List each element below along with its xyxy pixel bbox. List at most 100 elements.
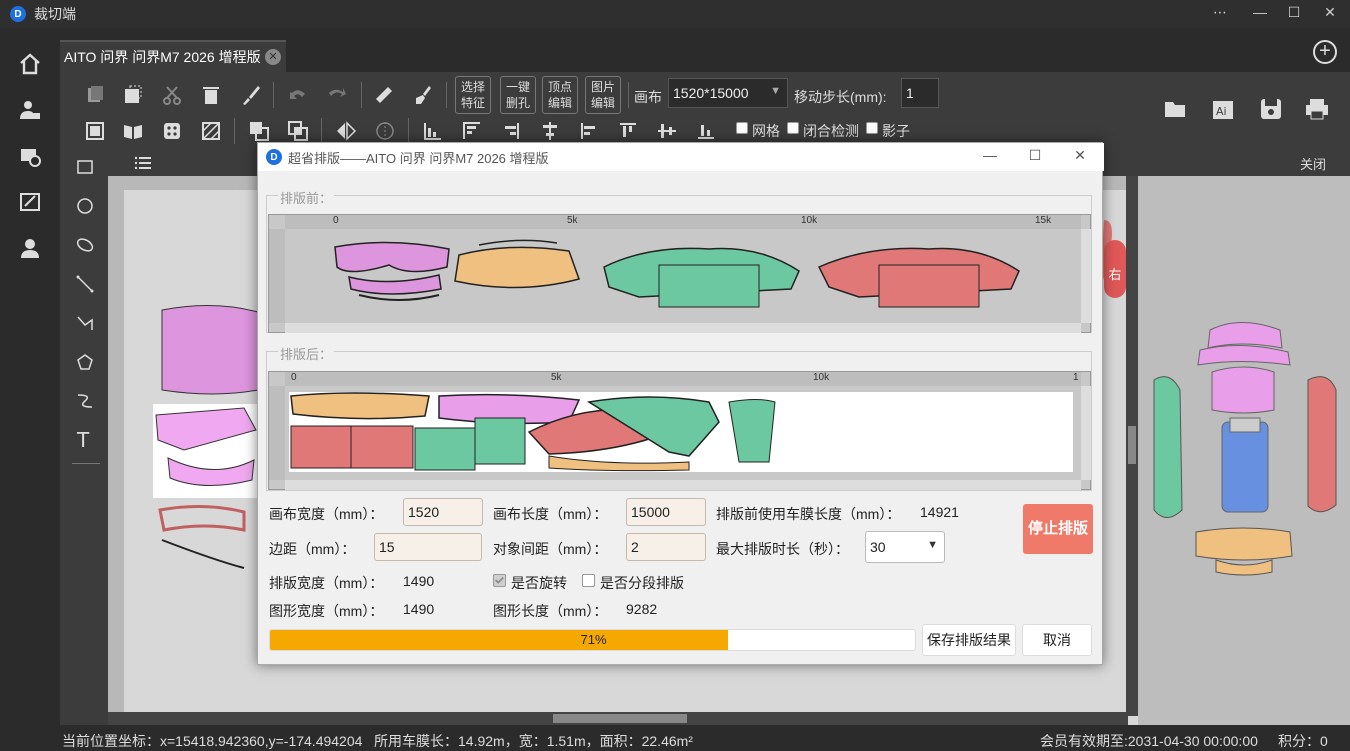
align-top-icon[interactable] (617, 120, 639, 142)
polygon-tool-icon[interactable] (76, 353, 94, 371)
preview-hscroll[interactable] (285, 323, 1081, 333)
delete-holes-button[interactable]: 一键 删孔 (500, 76, 536, 114)
after-label: 排版后： (278, 344, 335, 363)
text-tool-icon[interactable]: T (77, 428, 89, 452)
step-label: 移动步长(mm): (794, 89, 887, 105)
dialog-maximize-button[interactable]: ☐ (1025, 147, 1045, 167)
dialog-close-button[interactable]: ✕ (1070, 147, 1090, 167)
closure-check-checkbox[interactable] (787, 122, 799, 134)
shadow-checkbox[interactable] (866, 122, 878, 134)
copy-icon[interactable] (84, 84, 106, 106)
mirror-vertical-icon[interactable] (374, 120, 396, 142)
image-edit-button[interactable]: 图片 编辑 (585, 76, 621, 114)
book-icon[interactable] (122, 120, 144, 142)
stop-nesting-button[interactable]: 停止排版 (1023, 504, 1093, 554)
user-icon[interactable] (18, 236, 42, 260)
align-middle-icon[interactable] (656, 120, 678, 142)
line-tool-icon[interactable] (76, 275, 94, 293)
canvas-length-input[interactable]: 15000 (626, 498, 706, 526)
preview-vscroll[interactable] (1081, 229, 1091, 323)
home-icon[interactable] (18, 52, 42, 76)
side-badge[interactable]: 右 (1104, 240, 1126, 298)
margin-input[interactable]: 15 (374, 533, 482, 561)
open-folder-icon[interactable] (1163, 96, 1189, 122)
polyline-tool-icon[interactable] (76, 314, 94, 332)
rectangle-tool-icon[interactable] (76, 158, 94, 176)
scroll-thumb[interactable] (1128, 426, 1136, 464)
after-preview: 0 5k 10k 1 (268, 371, 1091, 490)
horizontal-scrollbar[interactable] (108, 712, 1128, 725)
grid-checkbox[interactable] (736, 122, 748, 134)
max-time-select[interactable]: 30 ▼ (865, 531, 945, 563)
before-shapes (334, 239, 1020, 308)
scroll-thumb[interactable] (553, 714, 687, 723)
vertical-scrollbar[interactable] (1126, 176, 1138, 716)
spacing-input[interactable]: 2 (626, 533, 706, 561)
preview-vscroll[interactable] (1081, 386, 1091, 480)
undo-icon[interactable] (287, 84, 309, 106)
dice-icon[interactable] (161, 120, 183, 142)
ruler-tick-label: 15k (1035, 215, 1052, 226)
film-before-label: 排版前使用车膜长度（mm）： (716, 506, 901, 522)
print-icon[interactable] (1304, 96, 1330, 122)
save-icon[interactable] (1258, 96, 1284, 122)
chevron-down-icon: ▼ (770, 85, 781, 97)
after-ruler: 0 5k 10k 1 (285, 372, 1081, 386)
canvas-width-label: 画布宽度（mm）： (269, 506, 384, 522)
hatch-icon[interactable] (200, 120, 222, 142)
clean-icon[interactable] (412, 84, 434, 106)
edit-board-icon[interactable] (18, 190, 42, 214)
segment-checkbox[interactable] (582, 574, 595, 587)
button-line: 选择 (460, 80, 485, 94)
button-line: 一键 (505, 80, 530, 94)
save-result-button[interactable]: 保存排版结果 (922, 624, 1016, 656)
mirror-horizontal-icon[interactable] (335, 120, 357, 142)
list-icon[interactable] (134, 155, 152, 171)
align-bottom-left-icon[interactable] (422, 120, 444, 142)
ruler-icon[interactable] (373, 84, 395, 106)
more-icon[interactable]: ⋯ (1208, 4, 1232, 24)
tab-project[interactable]: AITO 问界 问界M7 2026 增程版 ✕ (60, 40, 286, 72)
button-line: 编辑 (547, 96, 572, 110)
toolbar-divider (408, 118, 409, 144)
close-panel-button[interactable]: 关闭 (1300, 154, 1326, 173)
delete-icon[interactable] (200, 84, 222, 106)
cancel-button[interactable]: 取消 (1022, 624, 1092, 656)
ruler-tick-label: 5k (551, 372, 562, 383)
step-input[interactable]: 1 (901, 78, 939, 108)
frame-icon[interactable] (84, 120, 106, 142)
brush-icon[interactable] (240, 84, 262, 106)
tool-divider (72, 463, 100, 464)
vertex-edit-button[interactable]: 顶点 编辑 (542, 76, 578, 114)
user-lock-icon[interactable] (18, 98, 42, 122)
dialog-minimize-button[interactable]: — (980, 147, 1000, 167)
align-right-icon[interactable] (500, 120, 522, 142)
redo-icon[interactable] (326, 84, 348, 106)
preview-hscroll[interactable] (285, 480, 1081, 490)
printer-clock-icon[interactable] (18, 144, 42, 168)
align-bottom-icon[interactable] (695, 120, 717, 142)
ruler-tick-label: 10k (813, 372, 830, 383)
rotate-checkbox[interactable] (493, 574, 506, 587)
minimize-button[interactable]: — (1248, 4, 1272, 24)
add-tab-button[interactable]: + (1313, 40, 1337, 64)
cut-icon[interactable] (161, 84, 183, 106)
align-left-icon[interactable] (578, 120, 600, 142)
after-shapes (290, 392, 776, 472)
circle-tool-icon[interactable] (76, 197, 94, 215)
align-center-icon[interactable] (539, 120, 561, 142)
close-window-button[interactable]: ✕ (1318, 4, 1342, 24)
close-tab-icon[interactable]: ✕ (265, 49, 281, 65)
union-icon[interactable] (248, 120, 270, 142)
canvas-width-input[interactable]: 1520 (403, 498, 483, 526)
ellipse-tool-icon[interactable] (76, 236, 94, 254)
align-top-left-icon[interactable] (461, 120, 483, 142)
import-ai-icon[interactable]: Ai (1210, 96, 1236, 122)
progress-text: 71% (580, 632, 607, 647)
maximize-button[interactable]: ☐ (1282, 4, 1306, 24)
paste-icon[interactable] (122, 84, 144, 106)
curve-tool-icon[interactable] (76, 392, 94, 410)
select-feature-button[interactable]: 选择 特征 (455, 76, 491, 114)
intersect-icon[interactable] (287, 120, 309, 142)
canvas-size-select[interactable]: 1520*15000 ▼ (668, 78, 788, 108)
